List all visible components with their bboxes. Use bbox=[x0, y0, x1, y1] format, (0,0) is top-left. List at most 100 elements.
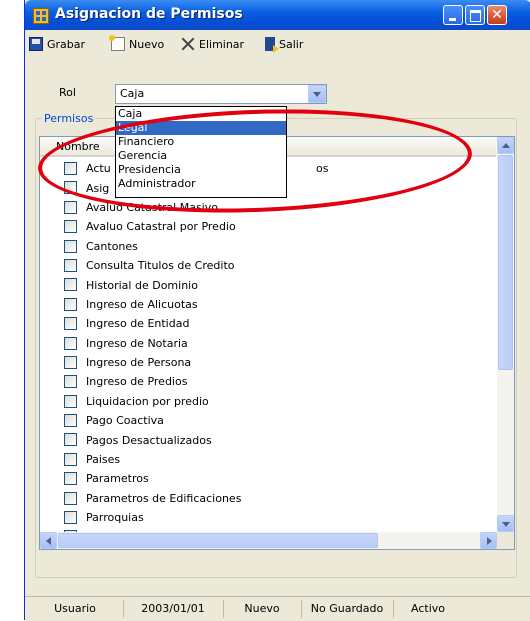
permissions-list[interactable]: Nombre Actu os Asig Avaluo Catastral Mas… bbox=[39, 136, 515, 550]
rol-dropdown-list[interactable]: Caja Legal Financiero Gerencia Presidencia Ad… bbox=[115, 106, 287, 198]
close-icon: ✕ bbox=[491, 7, 503, 23]
list-header-name: Nombre bbox=[56, 140, 100, 153]
list-item[interactable]: Consulta Titulos de Credito bbox=[40, 256, 496, 275]
permission-checkbox[interactable] bbox=[64, 239, 77, 253]
save-label: Grabar bbox=[47, 37, 86, 51]
list-item-label: Avaluo Catastral Masivo bbox=[86, 200, 218, 214]
scrollbar-corner bbox=[497, 532, 514, 549]
maximize-button[interactable] bbox=[465, 5, 485, 25]
scroll-up-icon[interactable] bbox=[497, 137, 514, 154]
list-item[interactable]: Historial de Dominio bbox=[40, 275, 496, 294]
list-item[interactable]: Ingreso de Entidad bbox=[40, 314, 496, 333]
minimize-button[interactable] bbox=[443, 5, 463, 25]
toolbar: Grabar Nuevo Eliminar Salir bbox=[25, 30, 530, 56]
permission-checkbox[interactable] bbox=[64, 317, 77, 331]
close-button[interactable]: ✕ bbox=[487, 5, 507, 25]
status-user: Usuario bbox=[27, 600, 124, 618]
exit-label: Salir bbox=[279, 37, 304, 51]
permission-checkbox[interactable] bbox=[64, 433, 77, 447]
permission-checkbox[interactable] bbox=[64, 200, 77, 214]
rol-combobox-value: Caja bbox=[120, 87, 145, 100]
permission-checkbox[interactable] bbox=[64, 297, 77, 311]
new-document-icon bbox=[109, 35, 125, 51]
list-item-label: Actu bbox=[86, 162, 111, 176]
dropdown-option-administrador[interactable]: Administrador bbox=[116, 177, 286, 191]
exit-button[interactable]: Salir bbox=[265, 35, 303, 53]
permission-checkbox[interactable] bbox=[64, 375, 77, 389]
rol-label: Rol bbox=[59, 86, 76, 99]
vertical-scroll-thumb[interactable] bbox=[498, 155, 513, 370]
list-item[interactable]: Parametros bbox=[40, 469, 496, 488]
list-item[interactable]: Ingreso de Persona bbox=[40, 353, 496, 372]
permission-checkbox[interactable] bbox=[64, 355, 77, 369]
dropdown-option-presidencia[interactable]: Presidencia bbox=[116, 163, 286, 177]
delete-button[interactable]: Eliminar bbox=[181, 35, 244, 53]
status-mode: Nuevo bbox=[223, 600, 302, 618]
list-item-label: Ingreso de Entidad bbox=[86, 317, 190, 331]
list-item[interactable]: Paises bbox=[40, 450, 496, 469]
rol-combobox[interactable]: Caja bbox=[115, 84, 327, 104]
permission-checkbox[interactable] bbox=[64, 278, 77, 292]
list-item-label: Ingreso de Alicuotas bbox=[86, 297, 198, 311]
list-item[interactable]: Ingreso de Predios bbox=[40, 372, 496, 391]
list-item[interactable]: Ingreso de Notaria bbox=[40, 334, 496, 353]
new-button[interactable]: Nuevo bbox=[109, 35, 165, 53]
permission-checkbox[interactable] bbox=[64, 472, 77, 486]
list-item[interactable]: Pagos Desactualizados bbox=[40, 430, 496, 449]
list-item-label: Parametros bbox=[86, 472, 149, 486]
dropdown-option-gerencia[interactable]: Gerencia bbox=[116, 149, 286, 163]
chevron-down-icon[interactable] bbox=[308, 85, 326, 103]
permissions-group-title: Permisos bbox=[42, 112, 96, 125]
list-item[interactable]: Parametros de Edificaciones bbox=[40, 489, 496, 508]
list-item-label: Paises bbox=[86, 453, 121, 467]
new-label: Nuevo bbox=[129, 37, 165, 51]
scroll-down-icon[interactable] bbox=[497, 515, 514, 532]
app-window: Asignacion de Permisos ✕ Grabar Nuevo El… bbox=[24, 0, 530, 621]
delete-x-icon bbox=[181, 37, 195, 51]
horizontal-scrollbar[interactable] bbox=[40, 532, 497, 549]
list-item-label: Historial de Dominio bbox=[86, 278, 198, 292]
list-item[interactable]: Cantones bbox=[40, 237, 496, 256]
delete-label: Eliminar bbox=[199, 37, 245, 51]
list-item[interactable]: Ingreso de Alicuotas bbox=[40, 295, 496, 314]
exit-door-icon bbox=[265, 37, 279, 53]
status-date: 2003/01/01 bbox=[123, 600, 224, 618]
scroll-left-icon[interactable] bbox=[40, 532, 57, 549]
list-item-label: Asig bbox=[86, 181, 110, 195]
permission-checkbox[interactable] bbox=[64, 181, 77, 195]
list-item-label: Consulta Titulos de Credito bbox=[86, 259, 235, 273]
list-item-label: Ingreso de Persona bbox=[86, 356, 192, 370]
list-item[interactable]: Avaluo Catastral Masivo bbox=[40, 198, 496, 217]
dropdown-option-legal[interactable]: Legal bbox=[116, 121, 286, 135]
scroll-right-icon[interactable] bbox=[480, 532, 497, 549]
list-item[interactable]: Parroquias bbox=[40, 508, 496, 527]
list-item[interactable]: Avaluo Catastral por Predio bbox=[40, 217, 496, 236]
vertical-scrollbar[interactable] bbox=[497, 137, 514, 532]
dropdown-option-financiero[interactable]: Financiero bbox=[116, 135, 286, 149]
floppy-disk-icon bbox=[29, 37, 43, 51]
list-item-label: Parametros de Edificaciones bbox=[86, 491, 242, 505]
permission-checkbox[interactable] bbox=[64, 452, 77, 466]
list-item-label-tail: os bbox=[316, 162, 329, 176]
permission-checkbox[interactable] bbox=[64, 336, 77, 350]
list-item-label: Avaluo Catastral por Predio bbox=[86, 220, 236, 234]
window-title: Asignacion de Permisos bbox=[55, 6, 243, 22]
list-item-label: Pago Coactiva bbox=[86, 414, 164, 428]
permission-checkbox[interactable] bbox=[64, 220, 77, 234]
list-item-label: Pagos Desactualizados bbox=[86, 433, 212, 447]
permission-checkbox[interactable] bbox=[64, 491, 77, 505]
list-item[interactable]: Liquidacion por predio bbox=[40, 392, 496, 411]
title-bar[interactable]: Asignacion de Permisos ✕ bbox=[25, 0, 530, 30]
save-button[interactable]: Grabar bbox=[29, 35, 85, 53]
list-item-label: Parroquias bbox=[86, 511, 144, 525]
status-bar: Usuario 2003/01/01 Nuevo No Guardado Act… bbox=[25, 596, 530, 621]
permission-checkbox[interactable] bbox=[64, 162, 77, 175]
list-item[interactable]: Pago Coactiva bbox=[40, 411, 496, 430]
status-saved: No Guardado bbox=[301, 600, 394, 618]
permission-checkbox[interactable] bbox=[64, 394, 77, 408]
permission-checkbox[interactable] bbox=[64, 258, 77, 272]
dropdown-option-caja[interactable]: Caja bbox=[116, 107, 286, 121]
horizontal-scroll-thumb[interactable] bbox=[58, 533, 378, 548]
permission-checkbox[interactable] bbox=[64, 511, 77, 525]
permission-checkbox[interactable] bbox=[64, 414, 77, 428]
